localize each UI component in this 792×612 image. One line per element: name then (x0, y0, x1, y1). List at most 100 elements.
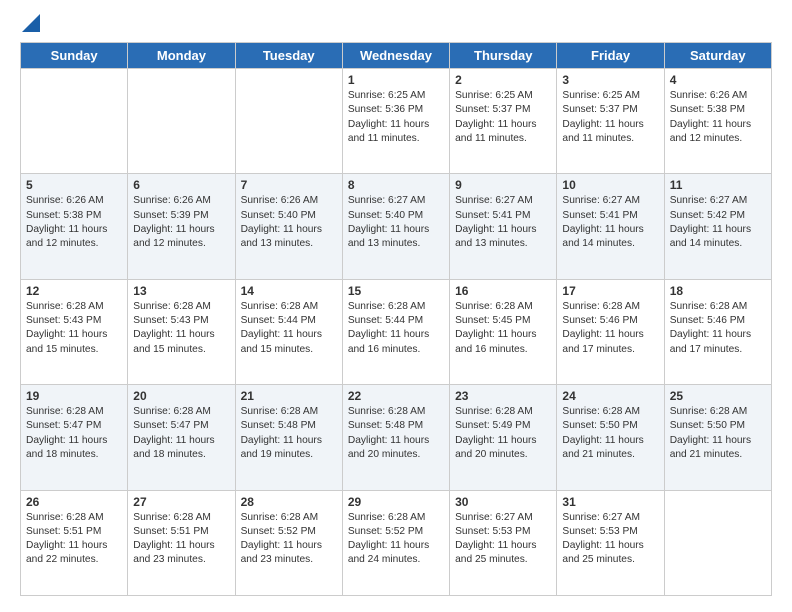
calendar-cell: 11 Sunrise: 6:27 AMSunset: 5:42 PMDayligh… (664, 174, 771, 279)
calendar-cell: 23 Sunrise: 6:28 AMSunset: 5:49 PMDayligh… (450, 385, 557, 490)
calendar-cell: 18 Sunrise: 6:28 AMSunset: 5:46 PMDayligh… (664, 279, 771, 384)
day-info: Sunrise: 6:25 AMSunset: 5:37 PMDaylight:… (455, 89, 551, 146)
calendar-cell: 20 Sunrise: 6:28 AMSunset: 5:47 PMDayligh… (128, 385, 235, 490)
calendar-cell: 13 Sunrise: 6:28 AMSunset: 5:43 PMDayligh… (128, 279, 235, 384)
calendar-cell: 7 Sunrise: 6:26 AMSunset: 5:40 PMDaylight… (235, 174, 342, 279)
calendar-cell: 31 Sunrise: 6:27 AMSunset: 5:53 PMDayligh… (557, 490, 664, 595)
logo-text (20, 16, 40, 32)
day-info: Sunrise: 6:28 AMSunset: 5:43 PMDaylight:… (26, 300, 122, 357)
calendar-cell (235, 69, 342, 174)
day-number: 1 (348, 73, 444, 87)
day-number: 21 (241, 389, 337, 403)
calendar-cell: 4 Sunrise: 6:26 AMSunset: 5:38 PMDaylight… (664, 69, 771, 174)
day-number: 13 (133, 284, 229, 298)
day-number: 27 (133, 495, 229, 509)
calendar-week-2: 5 Sunrise: 6:26 AMSunset: 5:38 PMDaylight… (21, 174, 772, 279)
day-info: Sunrise: 6:28 AMSunset: 5:47 PMDaylight:… (26, 405, 122, 462)
day-info: Sunrise: 6:28 AMSunset: 5:52 PMDaylight:… (241, 511, 337, 568)
day-number: 16 (455, 284, 551, 298)
day-info: Sunrise: 6:28 AMSunset: 5:46 PMDaylight:… (670, 300, 766, 357)
day-number: 8 (348, 178, 444, 192)
calendar-cell: 2 Sunrise: 6:25 AMSunset: 5:37 PMDaylight… (450, 69, 557, 174)
weekday-header-thursday: Thursday (450, 43, 557, 69)
day-number: 7 (241, 178, 337, 192)
day-number: 31 (562, 495, 658, 509)
day-info: Sunrise: 6:26 AMSunset: 5:38 PMDaylight:… (26, 194, 122, 251)
calendar-cell: 27 Sunrise: 6:28 AMSunset: 5:51 PMDayligh… (128, 490, 235, 595)
day-number: 20 (133, 389, 229, 403)
calendar-cell: 17Sunrise: 6:28 AMSunset: 5:46 PMDayligh… (557, 279, 664, 384)
day-info: Sunrise: 6:26 AMSunset: 5:38 PMDaylight:… (670, 89, 766, 146)
day-info: Sunrise: 6:28 AMSunset: 5:50 PMDaylight:… (670, 405, 766, 462)
day-number: 19 (26, 389, 122, 403)
calendar-cell (664, 490, 771, 595)
day-number: 23 (455, 389, 551, 403)
day-number: 29 (348, 495, 444, 509)
page: SundayMondayTuesdayWednesdayThursdayFrid… (0, 0, 792, 612)
day-number: 4 (670, 73, 766, 87)
weekday-header-monday: Monday (128, 43, 235, 69)
logo-general (20, 16, 40, 32)
day-number: 26 (26, 495, 122, 509)
day-info: Sunrise: 6:27 AMSunset: 5:42 PMDaylight:… (670, 194, 766, 251)
calendar-week-5: 26 Sunrise: 6:28 AMSunset: 5:51 PMDayligh… (21, 490, 772, 595)
logo-triangle-icon (22, 14, 40, 32)
day-number: 3 (562, 73, 658, 87)
calendar-cell: 30Sunrise: 6:27 AMSunset: 5:53 PMDayligh… (450, 490, 557, 595)
calendar-cell: 5 Sunrise: 6:26 AMSunset: 5:38 PMDaylight… (21, 174, 128, 279)
weekday-header-saturday: Saturday (664, 43, 771, 69)
day-number: 5 (26, 178, 122, 192)
day-info: Sunrise: 6:26 AMSunset: 5:40 PMDaylight:… (241, 194, 337, 251)
day-number: 24 (562, 389, 658, 403)
day-info: Sunrise: 6:28 AMSunset: 5:47 PMDaylight:… (133, 405, 229, 462)
day-info: Sunrise: 6:25 AMSunset: 5:36 PMDaylight:… (348, 89, 444, 146)
day-number: 11 (670, 178, 766, 192)
calendar-table: SundayMondayTuesdayWednesdayThursdayFrid… (20, 42, 772, 596)
calendar-cell: 29Sunrise: 6:28 AMSunset: 5:52 PMDayligh… (342, 490, 449, 595)
weekday-header-row: SundayMondayTuesdayWednesdayThursdayFrid… (21, 43, 772, 69)
calendar-cell: 25 Sunrise: 6:28 AMSunset: 5:50 PMDayligh… (664, 385, 771, 490)
day-number: 12 (26, 284, 122, 298)
calendar-cell: 21 Sunrise: 6:28 AMSunset: 5:48 PMDayligh… (235, 385, 342, 490)
day-number: 18 (670, 284, 766, 298)
header (20, 16, 772, 32)
calendar-cell: 22 Sunrise: 6:28 AMSunset: 5:48 PMDayligh… (342, 385, 449, 490)
day-info: Sunrise: 6:28 AMSunset: 5:44 PMDaylight:… (348, 300, 444, 357)
day-info: Sunrise: 6:28 AMSunset: 5:49 PMDaylight:… (455, 405, 551, 462)
day-info: Sunrise: 6:27 AMSunset: 5:41 PMDaylight:… (562, 194, 658, 251)
calendar-week-1: 1 Sunrise: 6:25 AMSunset: 5:36 PMDaylight… (21, 69, 772, 174)
calendar-cell: 9 Sunrise: 6:27 AMSunset: 5:41 PMDaylight… (450, 174, 557, 279)
day-info: Sunrise: 6:28 AMSunset: 5:50 PMDaylight:… (562, 405, 658, 462)
calendar-cell (21, 69, 128, 174)
day-info: Sunrise: 6:27 AMSunset: 5:41 PMDaylight:… (455, 194, 551, 251)
calendar-cell: 1 Sunrise: 6:25 AMSunset: 5:36 PMDaylight… (342, 69, 449, 174)
day-info: Sunrise: 6:28 AMSunset: 5:51 PMDaylight:… (26, 511, 122, 568)
calendar-cell (128, 69, 235, 174)
day-info: Sunrise: 6:28 AMSunset: 5:48 PMDaylight:… (348, 405, 444, 462)
calendar-cell: 15Sunrise: 6:28 AMSunset: 5:44 PMDayligh… (342, 279, 449, 384)
calendar-cell: 6Sunrise: 6:26 AMSunset: 5:39 PMDaylight… (128, 174, 235, 279)
calendar-cell: 3 Sunrise: 6:25 AMSunset: 5:37 PMDaylight… (557, 69, 664, 174)
day-info: Sunrise: 6:27 AMSunset: 5:53 PMDaylight:… (562, 511, 658, 568)
calendar-week-4: 19 Sunrise: 6:28 AMSunset: 5:47 PMDayligh… (21, 385, 772, 490)
calendar-week-3: 12 Sunrise: 6:28 AMSunset: 5:43 PMDayligh… (21, 279, 772, 384)
day-number: 6 (133, 178, 229, 192)
day-number: 22 (348, 389, 444, 403)
day-number: 30 (455, 495, 551, 509)
day-info: Sunrise: 6:28 AMSunset: 5:51 PMDaylight:… (133, 511, 229, 568)
weekday-header-wednesday: Wednesday (342, 43, 449, 69)
calendar-cell: 10Sunrise: 6:27 AMSunset: 5:41 PMDayligh… (557, 174, 664, 279)
day-info: Sunrise: 6:28 AMSunset: 5:43 PMDaylight:… (133, 300, 229, 357)
calendar-cell: 12 Sunrise: 6:28 AMSunset: 5:43 PMDayligh… (21, 279, 128, 384)
day-info: Sunrise: 6:28 AMSunset: 5:48 PMDaylight:… (241, 405, 337, 462)
day-number: 25 (670, 389, 766, 403)
day-number: 2 (455, 73, 551, 87)
weekday-header-friday: Friday (557, 43, 664, 69)
day-number: 9 (455, 178, 551, 192)
day-info: Sunrise: 6:28 AMSunset: 5:46 PMDaylight:… (562, 300, 658, 357)
weekday-header-tuesday: Tuesday (235, 43, 342, 69)
calendar-cell: 24 Sunrise: 6:28 AMSunset: 5:50 PMDayligh… (557, 385, 664, 490)
day-info: Sunrise: 6:25 AMSunset: 5:37 PMDaylight:… (562, 89, 658, 146)
calendar-cell: 19 Sunrise: 6:28 AMSunset: 5:47 PMDayligh… (21, 385, 128, 490)
calendar-cell: 14Sunrise: 6:28 AMSunset: 5:44 PMDayligh… (235, 279, 342, 384)
